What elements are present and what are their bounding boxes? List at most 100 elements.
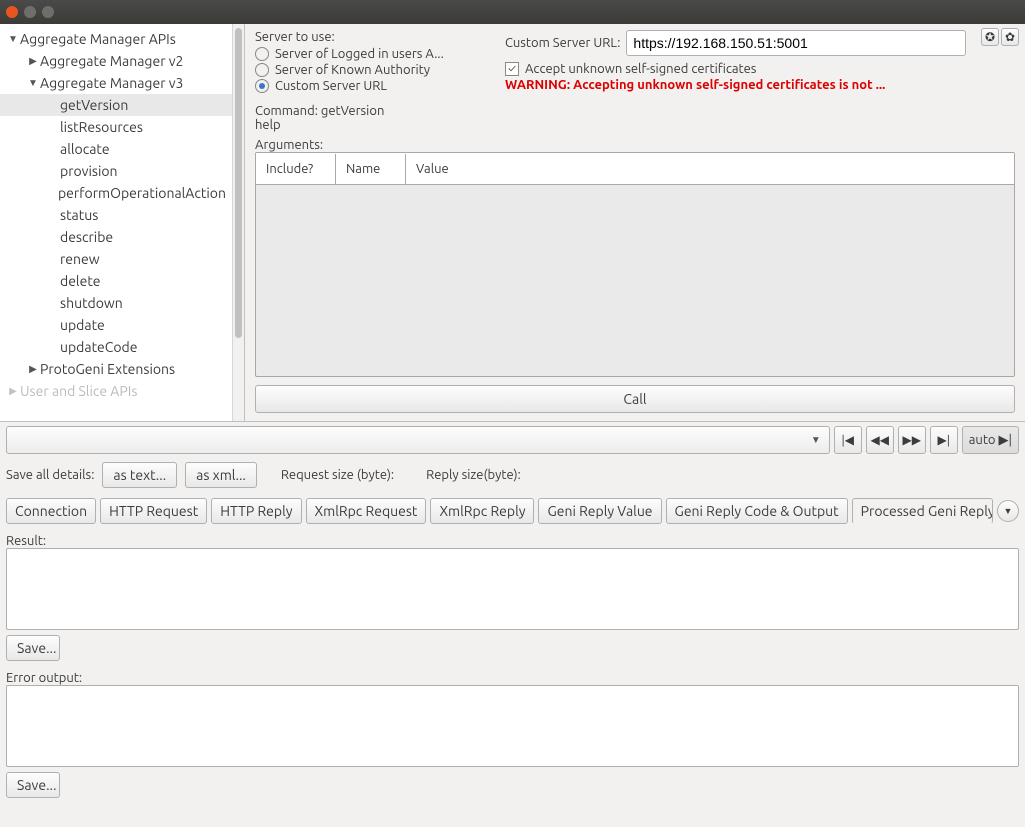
scrollbar-thumb[interactable] <box>235 28 242 338</box>
save-as-text-button[interactable]: as text... <box>102 462 177 488</box>
radio-icon <box>255 79 269 93</box>
col-value[interactable]: Value <box>406 154 1014 184</box>
first-button[interactable]: |◀ <box>834 426 862 454</box>
tree-label: ProtoGeni Extensions <box>40 361 175 377</box>
btn-label: as xml... <box>196 467 246 483</box>
chevron-down-icon: ▼ <box>811 434 821 446</box>
radio-label: Custom Server URL <box>275 79 387 93</box>
tree-leaf-update[interactable]: update <box>0 314 232 336</box>
call-button[interactable]: Call <box>255 385 1015 413</box>
tab-xmlrpc-reply[interactable]: XmlRpc Reply <box>430 498 534 524</box>
save-result-button[interactable]: Save... <box>6 635 60 661</box>
request-size-label: Request size (byte): <box>281 468 394 482</box>
tab-connection[interactable]: Connection <box>6 498 96 524</box>
tree-label: updateCode <box>60 339 137 355</box>
radio-custom-url[interactable]: Custom Server URL <box>255 78 485 94</box>
radio-logged-user-server[interactable]: Server of Logged in users A... <box>255 46 485 62</box>
checkbox-icon: ✓ <box>505 62 519 76</box>
tree-label: update <box>60 317 105 333</box>
tree-label: status <box>60 207 98 223</box>
tab-geni-reply-code[interactable]: Geni Reply Code & Output <box>666 498 848 524</box>
window-titlebar <box>0 0 1025 24</box>
col-include[interactable]: Include? <box>256 154 336 184</box>
tab-http-request[interactable]: HTTP Request <box>100 498 207 524</box>
tree-label: shutdown <box>60 295 123 311</box>
radio-label: Server of Known Authority <box>275 63 430 77</box>
error-output-label: Error output: <box>6 671 1019 685</box>
tree-leaf-getversion[interactable]: getVersion <box>0 94 232 116</box>
accept-selfsigned-checkbox[interactable]: ✓ Accept unknown self-signed certificate… <box>505 62 1015 76</box>
globe-icon[interactable]: ✪ <box>981 28 999 46</box>
auto-label: auto <box>969 433 996 447</box>
result-textarea[interactable] <box>6 548 1019 630</box>
tree-label: delete <box>60 273 101 289</box>
tree-label: performOperationalAction <box>58 185 226 201</box>
tree-node-aggregate-apis[interactable]: ▼Aggregate Manager APIs <box>0 28 232 50</box>
save-error-button[interactable]: Save... <box>6 772 60 798</box>
last-button[interactable]: ▶| <box>930 426 958 454</box>
tab-label: Geni Reply Code & Output <box>675 503 839 519</box>
tab-http-reply[interactable]: HTTP Reply <box>211 498 301 524</box>
tab-processed-geni-reply[interactable]: Processed Geni Reply V <box>852 498 993 524</box>
tab-label: HTTP Reply <box>220 503 292 519</box>
radio-icon <box>255 63 269 77</box>
tree-label: allocate <box>60 141 110 157</box>
history-combo[interactable]: ▼ <box>6 426 830 454</box>
arguments-table: Include? Name Value <box>255 152 1015 377</box>
btn-label: Save... <box>17 640 56 656</box>
tree-label: Aggregate Manager v3 <box>40 75 183 91</box>
tree-label: provision <box>60 163 118 179</box>
tree-leaf-delete[interactable]: delete <box>0 270 232 292</box>
radio-known-authority[interactable]: Server of Known Authority <box>255 62 485 78</box>
tab-label: Connection <box>15 503 87 519</box>
result-label: Result: <box>6 534 1019 548</box>
gear-icon[interactable]: ✿ <box>1001 28 1019 46</box>
tree-node-am-v2[interactable]: ▶Aggregate Manager v2 <box>0 50 232 72</box>
tree-scrollbar[interactable] <box>232 24 244 421</box>
tree-leaf-listresources[interactable]: listResources <box>0 116 232 138</box>
error-output-textarea[interactable] <box>6 685 1019 767</box>
tab-label: Geni Reply Value <box>547 503 652 519</box>
tree-leaf-status[interactable]: status <box>0 204 232 226</box>
tab-xmlrpc-request[interactable]: XmlRpc Request <box>306 498 427 524</box>
tree-leaf-shutdown[interactable]: shutdown <box>0 292 232 314</box>
btn-label: Save... <box>17 777 56 793</box>
checkbox-label: Accept unknown self-signed certificates <box>525 62 756 76</box>
tree-leaf-renew[interactable]: renew <box>0 248 232 270</box>
tree-label: Aggregate Manager APIs <box>20 31 176 47</box>
reply-size-label: Reply size(byte): <box>426 468 521 482</box>
command-help: help <box>255 118 1015 132</box>
auto-button[interactable]: auto ▶| <box>962 426 1019 454</box>
tab-label: XmlRpc Reply <box>439 503 525 519</box>
tree-label: listResources <box>60 119 143 135</box>
next-button[interactable]: ▶▶ <box>898 426 926 454</box>
tree-label: renew <box>60 251 100 267</box>
save-as-xml-button[interactable]: as xml... <box>185 462 257 488</box>
tree-node-protogeni[interactable]: ▶ProtoGeni Extensions <box>0 358 232 380</box>
tab-label: Processed Geni Reply V <box>861 503 993 519</box>
arguments-label: Arguments: <box>255 138 1015 152</box>
tree-node-am-v3[interactable]: ▼Aggregate Manager v3 <box>0 72 232 94</box>
tree-node-user-slice[interactable]: ▶User and Slice APIs <box>0 380 232 402</box>
col-name[interactable]: Name <box>336 154 406 184</box>
tree-label: User and Slice APIs <box>20 383 137 399</box>
command-label: Command: getVersion <box>255 104 1015 118</box>
tree-leaf-allocate[interactable]: allocate <box>0 138 232 160</box>
window-minimize-icon[interactable] <box>24 6 36 18</box>
tree-leaf-updatecode[interactable]: updateCode <box>0 336 232 358</box>
tab-geni-reply-value[interactable]: Geni Reply Value <box>538 498 661 524</box>
tab-label: XmlRpc Request <box>315 503 418 519</box>
tree-label: Aggregate Manager v2 <box>40 53 183 69</box>
tabs-overflow-button[interactable]: ▼ <box>997 500 1019 522</box>
prev-button[interactable]: ◀◀ <box>866 426 894 454</box>
tree-leaf-describe[interactable]: describe <box>0 226 232 248</box>
custom-server-url-input[interactable] <box>626 30 966 56</box>
custom-server-url-label: Custom Server URL: <box>505 36 620 50</box>
tree-leaf-provision[interactable]: provision <box>0 160 232 182</box>
server-to-use-label: Server to use: <box>255 30 485 44</box>
window-close-icon[interactable] <box>6 6 18 18</box>
tree-leaf-performoperationalaction[interactable]: performOperationalAction <box>0 182 232 204</box>
api-tree[interactable]: ▼Aggregate Manager APIs ▶Aggregate Manag… <box>0 24 232 421</box>
tree-label: getVersion <box>60 97 128 113</box>
window-maximize-icon[interactable] <box>42 6 54 18</box>
